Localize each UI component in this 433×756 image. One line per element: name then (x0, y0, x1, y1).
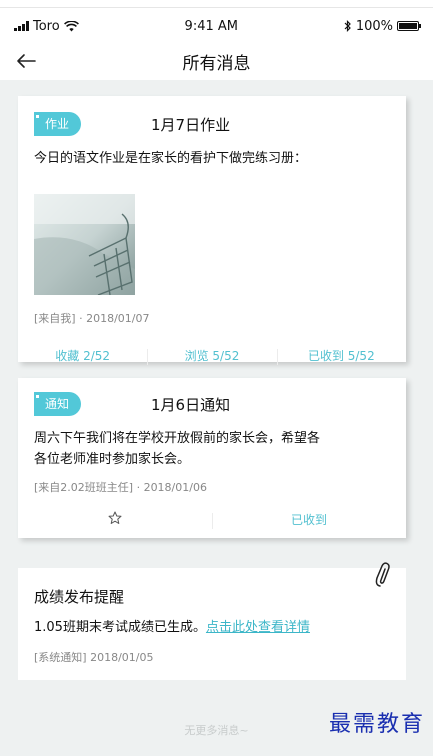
view-details-link[interactable]: 点击此处查看详情 (206, 620, 310, 635)
card-meta: [系统通知] 2018/01/05 (34, 651, 154, 664)
card-title: 1月6日通知 (151, 396, 231, 414)
view-count-button[interactable]: 浏览 5/52 (147, 347, 276, 365)
status-bar: Toro 9:41 AM 100% (0, 8, 433, 44)
message-card-notice[interactable]: 通知 1月6日通知 周六下午我们将在学校开放假前的家长会，希望各 各位老师准时参… (18, 378, 406, 538)
message-list[interactable]: 作业 1月7日作业 今日的语文作业是在家长的看护下做完练习册： [来自我] · … (0, 80, 433, 756)
status-time: 9:41 AM (184, 18, 238, 34)
card-body: 1.05班期末考试成绩已生成。点击此处查看详情 (34, 617, 390, 638)
card-body-text: 1.05班期末考试成绩已生成。 (34, 620, 206, 635)
card-title: 1月7日作业 (151, 116, 231, 134)
back-arrow-icon (17, 54, 36, 68)
card-body: 周六下午我们将在学校开放假前的家长会，希望各 各位老师准时参加家长会。 (34, 428, 390, 470)
status-left: Toro (14, 19, 79, 34)
carrier-label: Toro (33, 18, 60, 34)
card-header: 通知 1月6日通知 (34, 392, 390, 416)
favorite-button[interactable] (18, 511, 212, 528)
attachment-image[interactable] (34, 194, 135, 295)
card-actions: 已收到 (18, 504, 406, 534)
favorite-count-button[interactable]: 收藏 2/52 (18, 347, 147, 364)
category-tag: 通知 (34, 392, 82, 416)
bluetooth-icon (344, 20, 351, 32)
card-body-line: 周六下午我们将在学校开放假前的家长会，希望各 (34, 431, 321, 446)
page-title: 所有消息 (182, 53, 251, 74)
message-card-homework[interactable]: 作业 1月7日作业 今日的语文作业是在家长的看护下做完练习册： [来自我] · … (18, 96, 406, 365)
received-count-button[interactable]: 已收到 5/52 (276, 347, 406, 365)
wifi-icon (63, 20, 79, 31)
top-divider (0, 0, 433, 8)
card-actions: 收藏 2/52 浏览 5/52 已收到 5/52 (18, 340, 406, 370)
card-meta: [来自2.02班班主任] · 2018/01/06 (34, 481, 207, 494)
card-body-line: 各位老师准时参加家长会。 (34, 452, 191, 467)
card-body: 今日的语文作业是在家长的看护下做完练习册： (34, 151, 308, 166)
battery-percent: 100% (355, 18, 393, 34)
battery-icon (397, 21, 421, 31)
watermark-logo: 最需教育 (328, 712, 425, 737)
message-card-grades[interactable]: 成绩发布提醒 1.05班期末考试成绩已生成。点击此处查看详情 [系统通知] 20… (18, 568, 406, 680)
received-button[interactable]: 已收到 (212, 511, 406, 529)
star-icon (108, 511, 122, 524)
card-title: 成绩发布提醒 (34, 588, 125, 606)
back-button[interactable] (14, 50, 38, 72)
signal-icon (14, 21, 29, 31)
category-tag: 作业 (34, 112, 82, 136)
status-right: 100% (344, 18, 421, 34)
card-meta: [来自我] · 2018/01/07 (34, 312, 150, 325)
card-header: 作业 1月7日作业 (34, 112, 390, 136)
nav-bar: 所有消息 (0, 44, 433, 78)
paperclip-icon (375, 562, 390, 587)
